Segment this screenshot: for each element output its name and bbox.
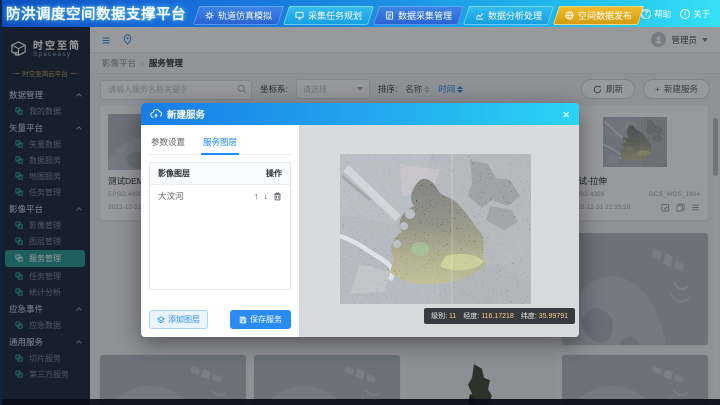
longitude-label: 经度: [463, 311, 479, 321]
zoom-level-label: 级别: [431, 311, 447, 321]
top-tab-collection-planning[interactable]: 采集任务规划 [283, 6, 374, 25]
column-layer: 影像图层 [158, 168, 190, 179]
move-down-icon[interactable]: ↓ [264, 192, 269, 201]
latitude-value: 35.99791 [539, 313, 568, 320]
top-header-bar: 防洪调度空间数据支撑平台 轨道仿真模拟 采集任务规划 数据采集管理 数据分析处理… [0, 0, 720, 27]
save-icon [239, 316, 247, 324]
trash-icon[interactable] [273, 192, 282, 201]
gear-icon [205, 11, 214, 20]
top-tab-label: 采集任务规划 [308, 9, 362, 22]
top-tab-data-analysis[interactable]: 数据分析处理 [463, 6, 554, 25]
top-tab-label: 空间数据发布 [578, 9, 632, 22]
add-layer-button[interactable]: 添加图层 [149, 310, 208, 329]
top-tab-data-collection[interactable]: 数据采集管理 [373, 6, 464, 25]
doc-icon [385, 11, 394, 20]
column-action: 操作 [266, 168, 282, 179]
close-icon[interactable]: × [562, 108, 570, 121]
layer-row[interactable]: 大汶河 ↑ ↓ [150, 185, 290, 207]
layers-icon [157, 316, 165, 324]
help-label: 帮助 [654, 8, 671, 20]
layer-name: 大汶河 [158, 190, 184, 202]
help-link[interactable]: ? 帮助 [641, 8, 671, 20]
modal-buttons: 添加图层 保存服务 [149, 310, 291, 329]
move-up-icon[interactable]: ↑ [254, 192, 259, 201]
tab-parameter-settings[interactable]: 参数设置 [149, 129, 187, 154]
app-title: 防洪调度空间数据支撑平台 [6, 3, 186, 24]
top-nav-tabs: 轨道仿真模拟 采集任务规划 数据采集管理 数据分析处理 空间数据发布 [196, 3, 641, 25]
top-tab-label: 轨道仿真模拟 [218, 9, 272, 22]
modal-tabs: 参数设置 服务图层 [149, 129, 291, 155]
map-status-bar: 级别:11 经度:116.17218 纬度:35.99791 [424, 308, 575, 324]
window-left-edge [0, 0, 2, 405]
save-service-button[interactable]: 保存服务 [230, 310, 291, 329]
latitude-label: 纬度: [521, 311, 537, 321]
chart-icon [475, 11, 484, 20]
modal-header: 新建服务 × [141, 103, 579, 125]
new-service-modal: 新建服务 × 参数设置 服务图层 影像图层 操作 大汶河 ↑ [141, 103, 579, 337]
topbar-utility-links: ? 帮助 i 关于 管理员 [641, 8, 720, 20]
modal-left-pane: 参数设置 服务图层 影像图层 操作 大汶河 ↑ ↓ [141, 125, 299, 337]
top-tab-spatial-data-publish[interactable]: 空间数据发布 [553, 6, 644, 25]
longitude-value: 116.17218 [481, 313, 514, 320]
layer-list: 影像图层 操作 大汶河 ↑ ↓ [149, 162, 291, 290]
modal-map-pane[interactable]: 级别:11 经度:116.17218 纬度:35.99791 [299, 125, 579, 337]
about-label: 关于 [693, 8, 710, 20]
modal-body: 参数设置 服务图层 影像图层 操作 大汶河 ↑ ↓ [141, 125, 579, 337]
about-link[interactable]: i 关于 [680, 8, 710, 20]
modal-title: 新建服务 [167, 107, 205, 121]
satellite-map-image [340, 154, 531, 304]
top-tab-label: 数据分析处理 [488, 9, 542, 22]
zoom-level-value: 11 [449, 313, 456, 320]
info-icon: i [680, 9, 690, 19]
top-tab-orbit-simulation[interactable]: 轨道仿真模拟 [193, 6, 284, 25]
window-bottom-edge [0, 399, 720, 405]
top-tab-label: 数据采集管理 [398, 9, 452, 22]
monitor-icon [295, 11, 304, 20]
cloud-icon [150, 109, 162, 119]
tab-service-layers[interactable]: 服务图层 [201, 129, 239, 155]
layer-list-header: 影像图层 操作 [150, 163, 290, 185]
globe-icon [565, 11, 574, 20]
app-window: 防洪调度空间数据支撑平台 轨道仿真模拟 采集任务规划 数据采集管理 数据分析处理… [0, 0, 720, 405]
